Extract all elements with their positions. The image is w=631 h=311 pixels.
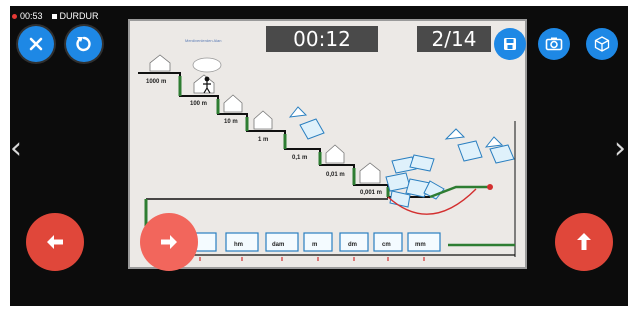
player-figure <box>192 57 222 94</box>
card-9 <box>489 144 515 164</box>
unit-slot[interactable]: hm <box>225 232 259 252</box>
record-dot-icon <box>12 13 17 19</box>
close-icon <box>29 37 43 51</box>
level-progress: 2/14 <box>417 26 491 52</box>
step-label-1: 1 m <box>258 137 268 143</box>
unit-slot[interactable]: m <box>303 232 333 252</box>
save-button[interactable] <box>494 28 526 60</box>
roof-card-2 <box>444 128 466 140</box>
step-houses <box>149 54 381 184</box>
timer-display: 00:12 <box>266 26 378 52</box>
step-label-100: 100 m <box>190 101 207 107</box>
stop-square-icon <box>51 13 57 19</box>
undo-button[interactable] <box>66 26 102 62</box>
house-6 <box>359 162 381 184</box>
roof-cards <box>288 106 504 148</box>
jump-up-button[interactable] <box>555 213 613 271</box>
unit-slot-label: cm <box>382 242 391 248</box>
cube-3d-icon <box>594 36 610 52</box>
camera-icon <box>545 37 563 51</box>
save-icon <box>504 38 516 50</box>
arrow-right-icon <box>161 235 177 249</box>
unit-slot[interactable]: mm <box>407 232 441 252</box>
step-label-0-1: 0,1 m <box>292 155 307 161</box>
arrow-left-icon <box>47 235 63 249</box>
roof-card-3 <box>484 136 504 148</box>
status-state: DURDUR <box>59 11 99 21</box>
app-screen: 00:53 DURDUR Merdivenlerden Alan 1000 m … <box>0 0 631 311</box>
view-3d-button[interactable] <box>586 28 618 60</box>
unit-slot[interactable]: cm <box>373 232 403 252</box>
camera-view: 00:53 DURDUR Merdivenlerden Alan 1000 m … <box>10 6 628 306</box>
unit-slot[interactable]: dam <box>265 232 299 252</box>
prev-page-chevron-icon[interactable]: ‹ <box>10 134 22 164</box>
next-page-chevron-icon[interactable]: › <box>614 134 626 164</box>
roof-card-1 <box>288 106 308 118</box>
arrow-up-icon <box>577 233 591 250</box>
step-label-0-01: 0,01 m <box>326 172 345 178</box>
unit-slot-label: mm <box>415 242 426 248</box>
status-time: 00:53 <box>20 11 43 21</box>
move-right-button[interactable] <box>140 213 198 271</box>
unit-slot[interactable]: dm <box>339 232 369 252</box>
close-button[interactable] <box>18 26 54 62</box>
house-4 <box>253 110 273 130</box>
house-5 <box>325 144 345 164</box>
unit-slot-label: m <box>312 242 317 248</box>
card-1 <box>299 118 325 140</box>
house-1 <box>149 54 171 72</box>
target-dot <box>487 184 493 190</box>
stairs-risers <box>178 76 390 197</box>
step-label-0-001: 0,001 m <box>360 190 382 196</box>
slot-markers <box>199 257 425 261</box>
unit-slot-label: hm <box>234 242 243 248</box>
step-label-10: 10 m <box>224 119 238 125</box>
unit-slot-label: dam <box>272 242 284 248</box>
camera-button[interactable] <box>538 28 570 60</box>
move-left-button[interactable] <box>26 213 84 271</box>
unit-slots: hm dam m dm cm mm <box>183 232 441 261</box>
undo-icon <box>76 36 91 52</box>
card-4 <box>385 172 411 192</box>
status-bar: 00:53 DURDUR <box>12 11 99 21</box>
card-8 <box>457 140 483 162</box>
board-caption: Merdivenlerden Alan <box>185 38 221 43</box>
step-label-1000: 1000 m <box>146 79 166 85</box>
unit-slot-label: dm <box>348 242 357 248</box>
house-3 <box>223 94 243 113</box>
